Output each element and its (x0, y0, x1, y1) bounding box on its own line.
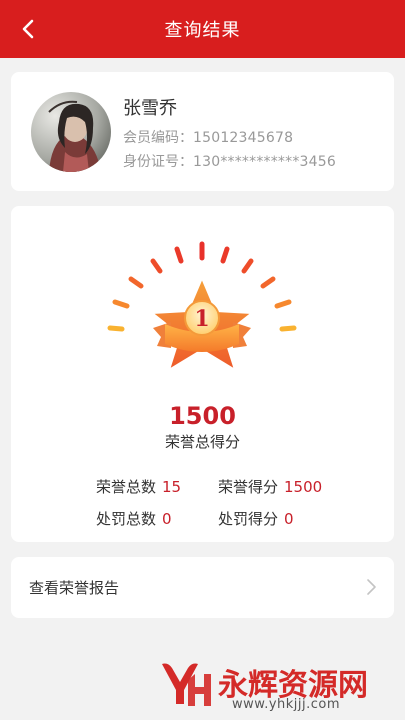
stat-label: 荣誉得分 (218, 478, 279, 496)
profile-card: 张雪乔 会员编码：15012345678 身份证号：130***********… (11, 72, 394, 191)
stat-value: 0 (162, 510, 172, 528)
honor-score-card: 1 1500 荣誉总得分 荣誉总数 15 荣誉得分 1500 处罚总数 0 处罚得分 0 (11, 206, 394, 542)
stat-label: 处罚总数 (96, 510, 157, 528)
watermark-logo-icon (162, 663, 211, 706)
stat-penalty-score: 处罚得分 0 (218, 508, 294, 529)
stat-value: 15 (162, 478, 182, 496)
site-watermark: 永辉资源网 www.yhkjjj.com (158, 656, 380, 716)
view-honor-report-label: 查看荣誉报告 (29, 579, 120, 597)
stat-value: 0 (284, 510, 294, 528)
stat-honor-score: 荣誉得分 1500 (218, 476, 322, 497)
member-id-value: 15012345678 (193, 130, 294, 146)
stat-value: 1500 (284, 478, 323, 496)
page-title: 查询结果 (164, 20, 241, 41)
stat-label: 处罚得分 (218, 510, 279, 528)
stat-penalty-count: 处罚总数 0 (96, 508, 172, 529)
chevron-left-icon (22, 19, 34, 39)
view-honor-report-row[interactable]: 查看荣誉报告 (11, 557, 394, 618)
back-button[interactable] (14, 15, 42, 43)
id-card-label: 身份证号： (123, 154, 193, 170)
star-medal-icon: 1 (107, 241, 297, 371)
avatar (31, 92, 111, 172)
medal-number: 1 (194, 306, 209, 332)
id-card-row: 身份证号：130***********3456 (123, 151, 336, 171)
total-score-label: 荣誉总得分 (164, 433, 240, 451)
total-score-value: 1500 (169, 402, 236, 430)
stat-honor-count: 荣誉总数 15 (96, 476, 181, 497)
id-card-value: 130***********3456 (193, 154, 336, 170)
chevron-right-icon (367, 579, 376, 595)
watermark-url: www.yhkjjj.com (232, 697, 341, 712)
member-name: 张雪乔 (123, 98, 177, 119)
member-id-label: 会员编码： (123, 130, 193, 146)
member-id-row: 会员编码：15012345678 (123, 127, 293, 147)
top-nav-bar: 查询结果 (0, 0, 405, 58)
stat-label: 荣誉总数 (96, 478, 157, 496)
